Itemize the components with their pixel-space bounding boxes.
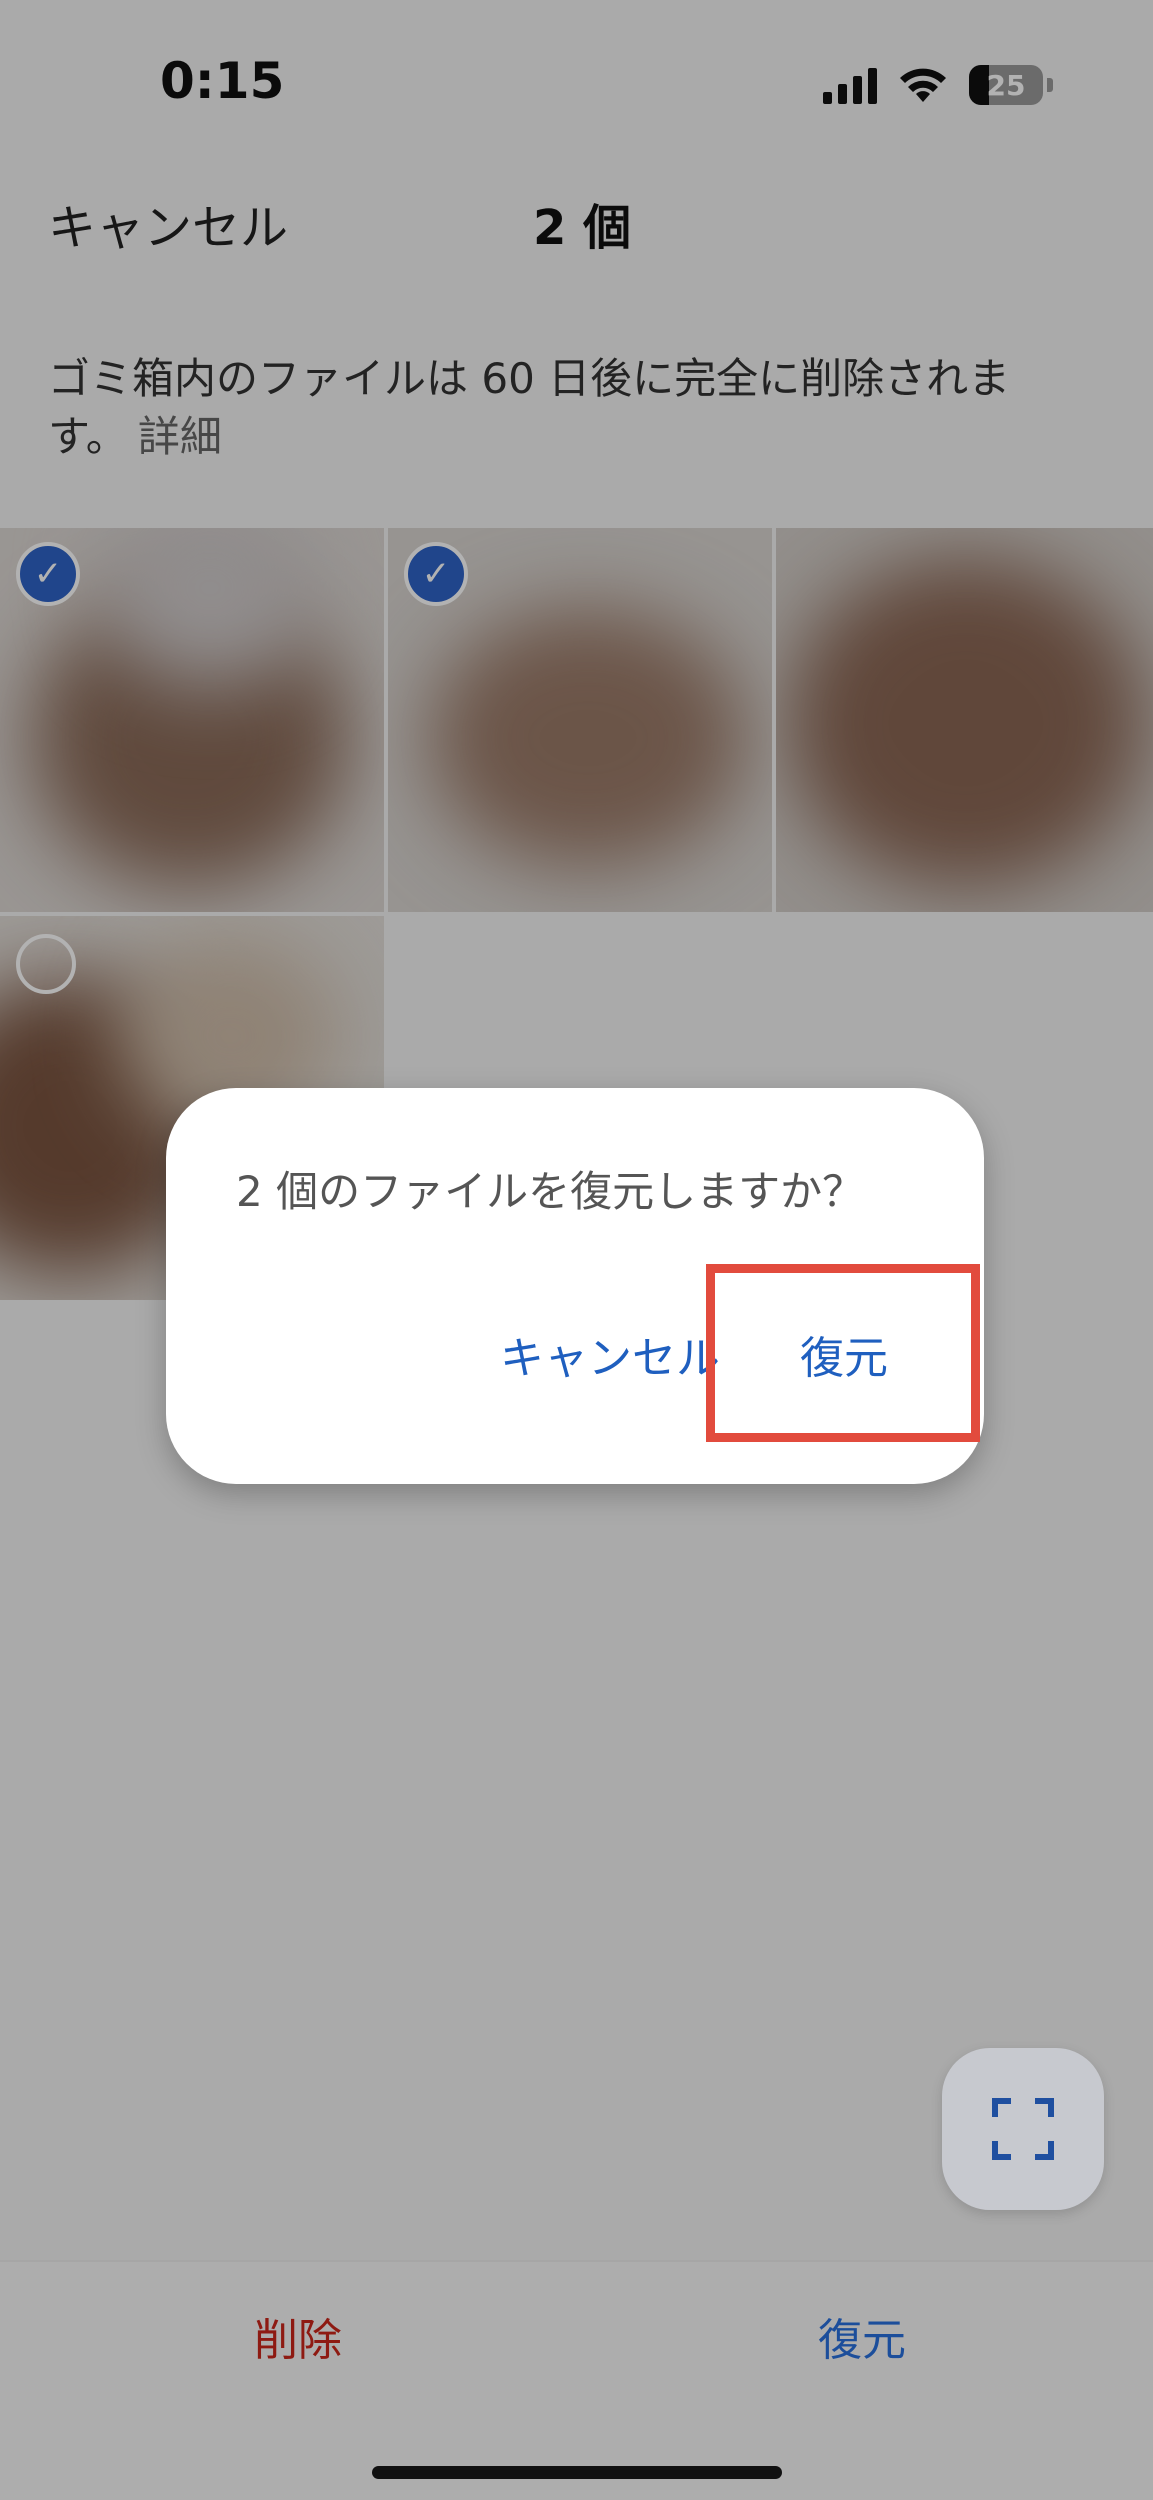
bottom-action-bar: 削除 復元	[0, 2260, 1153, 2500]
trash-selection-screen: 0:15 25 キャンセル 2 個 ゴミ箱内のファイルは 60 日後に完全に削除…	[0, 0, 1153, 2500]
fullscreen-button[interactable]	[942, 2048, 1104, 2210]
delete-button[interactable]: 削除	[254, 2304, 342, 2368]
highlight-box	[706, 1264, 980, 1442]
dialog-cancel-button[interactable]: キャンセル	[500, 1322, 720, 1386]
home-indicator	[372, 2466, 782, 2479]
dialog-message: 2 個のファイルを復元しますか？	[236, 1167, 865, 1216]
restore-button[interactable]: 復元	[818, 2304, 906, 2368]
fullscreen-icon	[992, 2098, 1054, 2160]
